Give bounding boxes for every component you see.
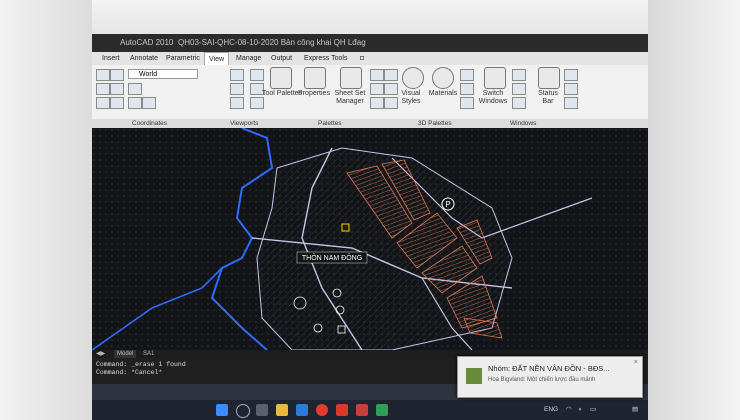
ucs-y-button[interactable] xyxy=(110,83,124,95)
tab-overflow-icon[interactable]: ◘ xyxy=(356,52,368,65)
layout-nav-icon[interactable]: ◀▶ xyxy=(96,350,105,358)
tab-sa1[interactable]: SA1 xyxy=(140,350,157,358)
panel-title-3d-palettes: 3D Palettes xyxy=(418,120,452,127)
window-cascade-button[interactable] xyxy=(512,83,526,95)
screen-bezel-left xyxy=(0,0,92,420)
status-bar-icon[interactable] xyxy=(538,67,560,89)
tool-palettes-icon[interactable] xyxy=(270,67,292,89)
command-history-line-1: Command: _erase 1 found xyxy=(96,361,186,368)
tab-output[interactable]: Output xyxy=(267,52,296,65)
app-icon-green[interactable] xyxy=(376,404,388,416)
tab-express-tools[interactable]: Express Tools xyxy=(300,52,351,65)
palette-small-button-5[interactable] xyxy=(370,97,384,109)
visual-styles-icon[interactable] xyxy=(402,67,424,89)
viewport-layout-button[interactable] xyxy=(250,97,264,109)
ribbon-tab-bar: Insert Annotate Parametric View Manage O… xyxy=(92,52,648,66)
panel-title-palettes: Palettes xyxy=(318,120,342,127)
task-view-icon[interactable] xyxy=(256,404,268,416)
panel-title-viewports: Viewports xyxy=(230,120,259,127)
close-icon[interactable]: × xyxy=(634,359,638,366)
file-title: QH03-SAI-QHC-08-10-2020 Bản công khai QH… xyxy=(178,38,366,47)
start-menu-icon[interactable] xyxy=(216,404,228,416)
ucs-view-button[interactable] xyxy=(128,97,142,109)
ucs-button[interactable] xyxy=(96,69,110,81)
visual-styles-label[interactable]: Visual Styles xyxy=(396,90,426,106)
app-title: AutoCAD 2010 xyxy=(120,38,174,47)
file-explorer-icon[interactable] xyxy=(276,404,288,416)
switch-windows-label[interactable]: Switch Windows xyxy=(476,90,510,106)
notification-toast[interactable]: Nhóm: ĐẤT NỀN VÂN ĐỒN - BĐS... Hoa Bigvl… xyxy=(457,356,643,398)
group-avatar-icon xyxy=(466,368,482,384)
window-arrange-button[interactable] xyxy=(512,97,526,109)
tab-parametric[interactable]: Parametric xyxy=(162,52,204,65)
wifi-icon[interactable]: ◠ xyxy=(566,400,572,420)
properties-label[interactable]: Properties xyxy=(296,90,332,98)
tool-palettes-label[interactable]: Tool Palettes xyxy=(262,90,302,98)
tab-view[interactable]: View xyxy=(204,52,230,65)
window-tile-button[interactable] xyxy=(512,69,526,81)
tab-annotate[interactable]: Annotate xyxy=(126,52,162,65)
battery-icon[interactable]: ▭ xyxy=(590,400,596,420)
drawing-canvas[interactable]: P THÔN NAM ĐÔNG xyxy=(92,127,648,351)
screen-bezel-top xyxy=(92,0,648,34)
sheet-set-manager-icon[interactable] xyxy=(340,67,362,89)
panel-title-windows: Windows xyxy=(510,120,537,127)
toast-body: Hoa Bigvland: Một chiến lược đầu mảnh xyxy=(488,377,596,383)
notification-icon[interactable]: ▤ xyxy=(632,400,638,420)
panel-title-coordinates: Coordinates xyxy=(132,120,168,127)
site-plan-drawing: P THÔN NAM ĐÔNG xyxy=(92,127,648,351)
title-bar: AutoCAD 2010 QH03-SAI-QHC-08-10-2020 Bản… xyxy=(92,34,648,52)
ucs-named-button[interactable] xyxy=(128,83,142,95)
windows-taskbar: ENG ◠ ◖ ▭ ▤ xyxy=(92,400,648,420)
search-icon[interactable] xyxy=(236,404,250,418)
tab-manage[interactable]: Manage xyxy=(232,52,265,65)
toast-title: Nhóm: ĐẤT NỀN VÂN ĐỒN - BĐS... xyxy=(488,364,610,373)
ucs-z-button[interactable] xyxy=(96,97,110,109)
ui-toggle-button-3[interactable] xyxy=(564,97,578,109)
status-bar-label[interactable]: Status Bar xyxy=(532,90,564,106)
ucs-x-button[interactable] xyxy=(96,83,110,95)
ui-toggle-button-2[interactable] xyxy=(564,83,578,95)
volume-icon[interactable]: ◖ xyxy=(578,400,582,420)
monitor-screen: AutoCAD 2010 QH03-SAI-QHC-08-10-2020 Bản… xyxy=(92,34,648,420)
render-button[interactable] xyxy=(460,83,474,95)
sheet-set-manager-label[interactable]: Sheet Set Manager xyxy=(332,90,368,106)
village-label: THÔN NAM ĐÔNG xyxy=(302,253,362,262)
ucs-3point-button[interactable] xyxy=(110,97,124,109)
switch-windows-icon[interactable] xyxy=(484,67,506,89)
materials-icon[interactable] xyxy=(432,67,454,89)
opera-browser-icon[interactable] xyxy=(316,404,328,416)
parking-symbol-text: P xyxy=(445,200,450,209)
viewport-join-button[interactable] xyxy=(250,69,264,81)
advanced-render-button[interactable] xyxy=(460,97,474,109)
viewport-config-button[interactable] xyxy=(230,69,244,81)
palette-small-button-3[interactable] xyxy=(370,83,384,95)
viewport-named-button[interactable] xyxy=(230,83,244,95)
ribbon-panel: World Tool Palettes Properties Sheet Set… xyxy=(92,65,648,120)
language-indicator[interactable]: ENG xyxy=(544,400,558,420)
tab-insert[interactable]: Insert xyxy=(98,52,124,65)
ui-toggle-button-1[interactable] xyxy=(564,69,578,81)
ucs-origin-button[interactable] xyxy=(110,69,124,81)
materials-label[interactable]: Materials xyxy=(426,90,460,98)
edge-browser-icon[interactable] xyxy=(296,404,308,416)
autocad-icon[interactable] xyxy=(336,404,348,416)
screen-bezel-right xyxy=(648,0,740,420)
lights-button[interactable] xyxy=(460,69,474,81)
palette-small-button-2[interactable] xyxy=(384,69,398,81)
ucs-world-select[interactable]: World xyxy=(128,69,198,79)
tab-model[interactable]: Model xyxy=(114,350,137,358)
pdf-reader-icon[interactable] xyxy=(356,404,368,416)
palette-small-button-1[interactable] xyxy=(370,69,384,81)
command-history-line-2: Command: *Cancel* xyxy=(96,369,163,376)
ucs-object-button[interactable] xyxy=(142,97,156,109)
properties-icon[interactable] xyxy=(304,67,326,89)
viewport-restore-button[interactable] xyxy=(230,97,244,109)
